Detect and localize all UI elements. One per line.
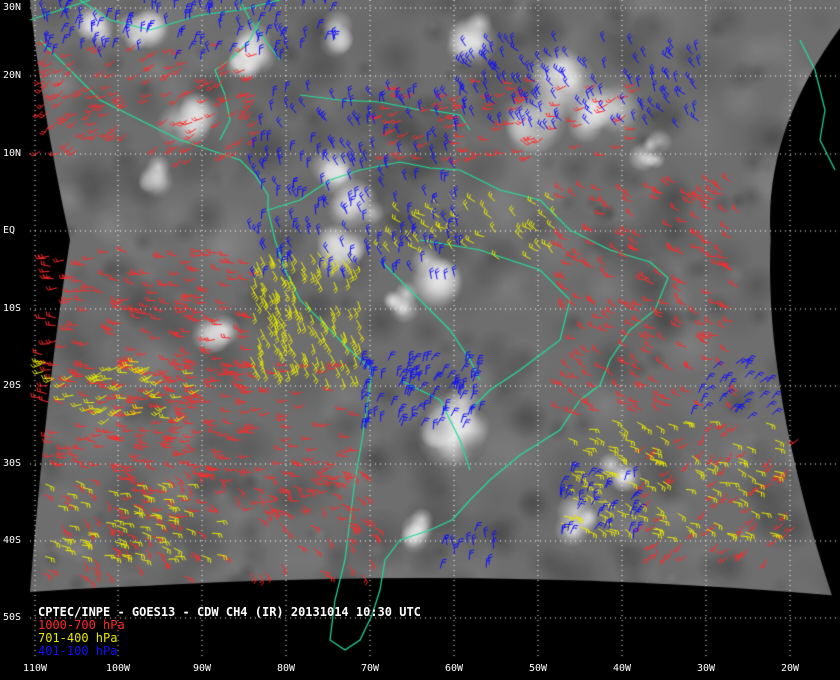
- longitude-label: 70W: [361, 663, 380, 674]
- latitude-label: 20N: [3, 70, 22, 81]
- longitude-label: 50W: [529, 663, 548, 674]
- longitude-label: 30W: [697, 663, 716, 674]
- latitude-label: 10S: [3, 303, 22, 314]
- latitude-label: 30S: [3, 458, 22, 469]
- latitude-label: 50S: [3, 612, 22, 623]
- longitude-label: 100W: [106, 663, 131, 674]
- latitude-label: 20S: [3, 380, 22, 391]
- latitude-label: EQ: [3, 225, 16, 236]
- satellite-wind-map: [0, 0, 840, 680]
- longitude-label: 40W: [613, 663, 632, 674]
- longitude-label: 60W: [445, 663, 464, 674]
- legend-entry: 401-100 hPa: [38, 644, 118, 658]
- longitude-label: 20W: [781, 663, 800, 674]
- longitude-label: 80W: [277, 663, 296, 674]
- map-caption: CPTEC/INPE - GOES13 - CDW CH4 (IR) 20131…: [38, 606, 421, 658]
- pressure-level-legend: 1000-700 hPa 701-400 hPa 401-100 hPa: [38, 619, 421, 658]
- latitude-label: 40S: [3, 535, 22, 546]
- latitude-label: 30N: [3, 2, 22, 13]
- latitude-label: 10N: [3, 148, 22, 159]
- longitude-label: 110W: [23, 663, 48, 674]
- longitude-label: 90W: [193, 663, 212, 674]
